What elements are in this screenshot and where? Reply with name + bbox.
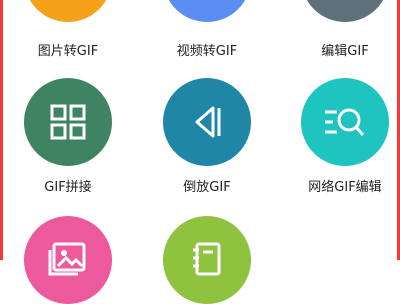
search-list-icon	[301, 78, 389, 166]
reverse-play-icon	[163, 78, 251, 166]
grid-icon	[24, 78, 112, 166]
notebook-icon	[163, 216, 251, 304]
tool-label: 网络GIF编辑	[308, 180, 382, 195]
photo-album-icon	[24, 216, 112, 304]
edit-icon	[301, 0, 389, 22]
tool-label: 视频转GIF	[176, 44, 238, 59]
tool-label: 编辑GIF	[321, 44, 369, 59]
tool-label: 图片转GIF	[37, 44, 99, 59]
tools-grid: 图片转GIF 视频转GIF 编辑GIF GIF拼接 倒放GIF 网络GIF编辑	[0, 0, 400, 304]
video-icon	[163, 0, 251, 22]
image-icon	[24, 0, 112, 22]
tool-label: GIF拼接	[44, 180, 92, 195]
tool-label: 倒放GIF	[183, 180, 231, 195]
